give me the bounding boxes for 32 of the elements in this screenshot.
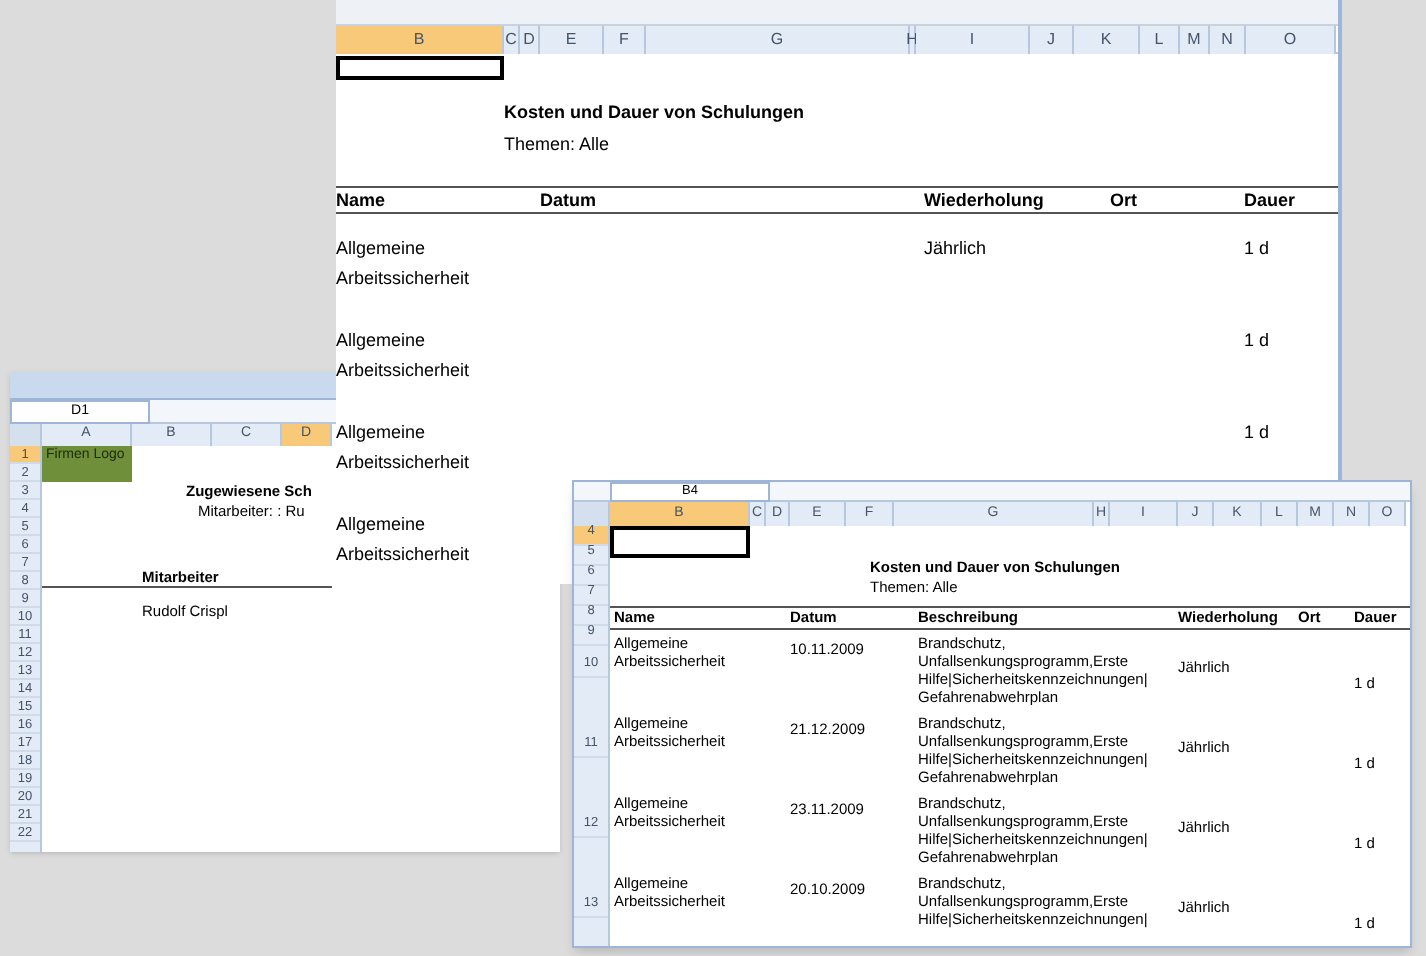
column-header[interactable]: E	[540, 26, 604, 54]
table-cell: Jährlich	[924, 238, 987, 258]
column-header[interactable]: D	[520, 26, 540, 54]
column-header[interactable]: N	[1210, 26, 1246, 54]
column-heading: Datum	[540, 191, 599, 209]
table-cell-text: 1 d	[1244, 420, 1270, 446]
selected-cell[interactable]	[336, 56, 504, 80]
corner-cell[interactable]	[10, 424, 42, 446]
column-heading: Dauer	[1244, 191, 1298, 209]
table-cell-text: Allgemeine Arbeitssicherheit	[336, 236, 472, 292]
table-cell-text: Allgemeine Arbeitssicherheit	[336, 420, 472, 476]
report-subtitle: Themen: Alle	[504, 131, 612, 157]
column-header[interactable]: C	[504, 26, 520, 54]
corner-cell[interactable]	[574, 502, 610, 526]
column-header[interactable]: O	[1246, 26, 1336, 54]
column-header[interactable]: B	[336, 26, 504, 54]
column-heading: Name	[336, 191, 388, 209]
table-cell-text: 1 d	[1244, 236, 1270, 262]
selected-cell[interactable]	[610, 526, 750, 558]
column-header[interactable]: I	[916, 26, 1030, 54]
column-header[interactable]: F	[604, 26, 646, 54]
column-heading: Wiederholung	[924, 191, 1046, 209]
table-cell-text: Allgemeine Arbeitssicherheit	[336, 512, 472, 568]
column-header[interactable]: G	[646, 26, 910, 54]
column-header[interactable]: K	[1074, 26, 1140, 54]
table-cell-text: Allgemeine Arbeitssicherheit	[336, 328, 472, 384]
table-cell-text: 1 d	[1244, 328, 1270, 354]
report-title: Kosten und Dauer von Schulungen	[504, 100, 807, 126]
column-header[interactable]: L	[1140, 26, 1180, 54]
column-header[interactable]: J	[1030, 26, 1074, 54]
column-heading: Ort	[1110, 191, 1139, 209]
column-header[interactable]: M	[1180, 26, 1210, 54]
